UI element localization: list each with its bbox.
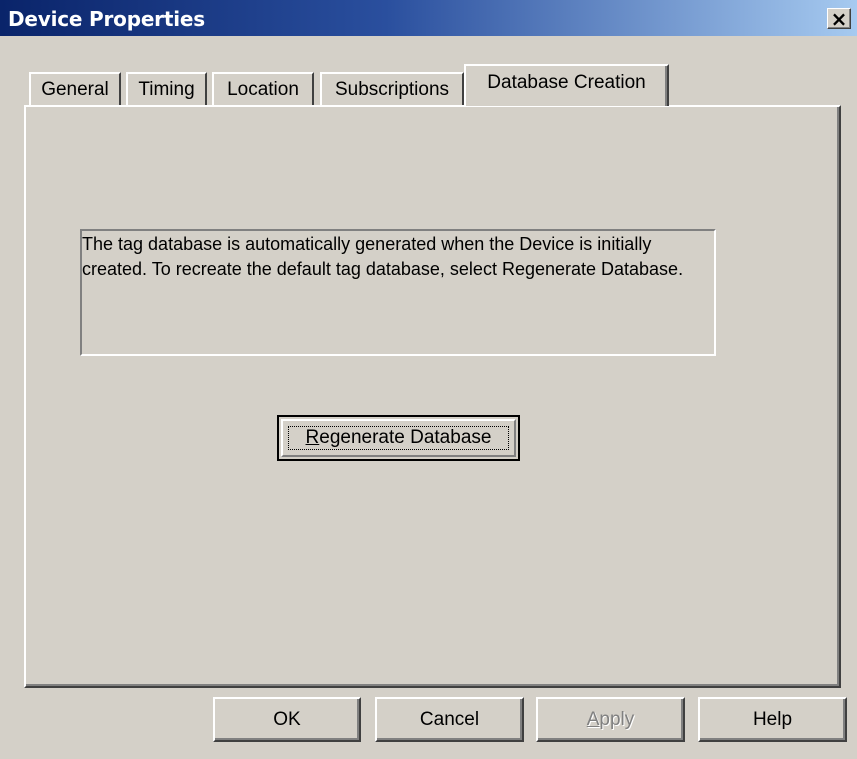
tab-label: Database Creation bbox=[487, 72, 646, 93]
tab-label: Subscriptions bbox=[334, 79, 450, 100]
tab-general[interactable]: General bbox=[29, 72, 121, 106]
info-box: The tag database is automatically genera… bbox=[80, 229, 716, 356]
mnemonic-r: R bbox=[305, 427, 320, 448]
info-text: The tag database is automatically genera… bbox=[82, 234, 684, 279]
ok-button[interactable]: OK bbox=[213, 697, 361, 742]
title-bar: Device Properties × bbox=[0, 0, 857, 36]
tab-subscriptions[interactable]: Subscriptions bbox=[320, 72, 464, 106]
label-rest: egenerate Database bbox=[319, 427, 492, 448]
close-icon: × bbox=[830, 7, 848, 31]
window-title: Device Properties bbox=[8, 7, 205, 31]
help-button[interactable]: Help bbox=[698, 697, 847, 742]
apply-label: Apply bbox=[587, 709, 635, 731]
close-button[interactable]: × bbox=[827, 7, 851, 31]
button-bevel: Regenerate Database bbox=[281, 419, 516, 457]
ok-label: OK bbox=[273, 708, 301, 730]
tab-label: General bbox=[41, 79, 109, 100]
apply-button[interactable]: Apply bbox=[536, 697, 685, 742]
tab-label: Timing bbox=[138, 79, 195, 100]
help-label: Help bbox=[752, 708, 793, 730]
tab-panel bbox=[24, 105, 841, 688]
tab-timing[interactable]: Timing bbox=[126, 72, 207, 106]
tab-label: Location bbox=[227, 79, 299, 100]
tab-location[interactable]: Location bbox=[212, 72, 314, 106]
cancel-label: Cancel bbox=[419, 708, 480, 730]
mnemonic-a: A bbox=[586, 708, 600, 730]
tab-database-creation[interactable]: Database Creation bbox=[464, 64, 669, 106]
regenerate-database-label: Regenerate Database bbox=[306, 427, 492, 449]
regenerate-database-button[interactable]: Regenerate Database bbox=[277, 415, 520, 461]
focus-rect: Regenerate Database bbox=[288, 426, 509, 450]
apply-rest: pply bbox=[599, 708, 635, 730]
cancel-button[interactable]: Cancel bbox=[375, 697, 524, 742]
